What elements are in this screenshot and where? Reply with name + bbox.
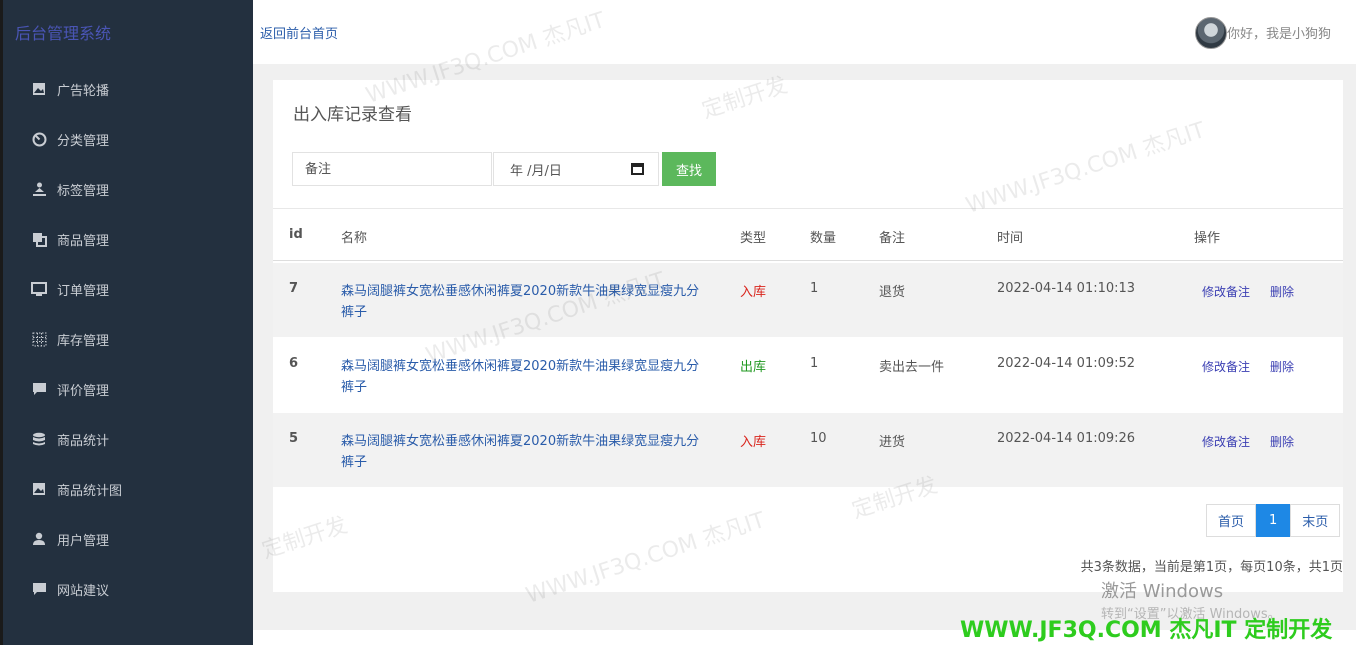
sidebar-item-label: 用户管理 bbox=[57, 533, 110, 549]
column-header-time: 时间 bbox=[997, 231, 1024, 246]
sidebar-item-product-stats[interactable]: 商品统计 bbox=[3, 414, 253, 464]
last-page-button[interactable]: 末页 bbox=[1290, 504, 1341, 537]
brand-watermark: WWW.JF3Q.COM 杰凡IT 定制开发 bbox=[960, 618, 1333, 643]
row-type: 出库 bbox=[740, 360, 767, 375]
user-stand-icon bbox=[31, 181, 47, 197]
date-picker-input[interactable]: 年 /月/日 bbox=[493, 152, 659, 186]
page-title: 出入库记录查看 bbox=[293, 105, 412, 125]
delete-button[interactable]: 删除 bbox=[1270, 433, 1294, 450]
image-icon bbox=[31, 481, 47, 497]
row-time: 2022-04-14 01:09:52 bbox=[997, 356, 1136, 371]
sidebar-item-users[interactable]: 用户管理 bbox=[3, 514, 253, 564]
table-row: 6 森马阔腿裤女宽松垂感休闲裤夏2020新款牛油果绿宽显瘦九分裤子 出库 1 卖… bbox=[273, 338, 1343, 413]
column-header-name: 名称 bbox=[341, 231, 368, 246]
sidebar-item-orders[interactable]: 订单管理 bbox=[3, 264, 253, 314]
row-id: 6 bbox=[289, 356, 299, 371]
row-time: 2022-04-14 01:09:26 bbox=[997, 431, 1136, 446]
pagination-info: 共3条数据，当前是第1页，每页10条，共1页 bbox=[1080, 560, 1343, 575]
sidebar-item-label: 标签管理 bbox=[57, 183, 110, 199]
column-header-id: id bbox=[289, 227, 303, 242]
row-id: 5 bbox=[289, 431, 299, 446]
avatar[interactable] bbox=[1195, 17, 1227, 49]
row-id: 7 bbox=[289, 281, 299, 296]
comment-icon bbox=[31, 381, 47, 397]
first-page-button[interactable]: 首页 bbox=[1206, 504, 1257, 537]
edit-note-button[interactable]: 修改备注 bbox=[1202, 358, 1250, 375]
sidebar-item-label: 评价管理 bbox=[57, 383, 110, 399]
sidebar-item-suggestions[interactable]: 网站建议 bbox=[3, 564, 253, 614]
back-to-home-link[interactable]: 返回前台首页 bbox=[260, 23, 338, 42]
image-icon bbox=[31, 81, 47, 97]
brand-title[interactable]: 后台管理系统 bbox=[15, 20, 111, 44]
copy-icon bbox=[31, 231, 47, 247]
records-panel: 出入库记录查看 年 /月/日 查找 id 名称 类型 数量 备注 时间 操作 7… bbox=[273, 80, 1343, 592]
windows-activation-title: 激活 Windows bbox=[1101, 581, 1224, 602]
sidebar-item-label: 网站建议 bbox=[57, 583, 110, 599]
user-icon bbox=[31, 531, 47, 547]
dashboard-icon bbox=[31, 131, 47, 147]
note-search-input[interactable] bbox=[292, 152, 492, 186]
user-greeting[interactable]: 你好，我是小狗狗 bbox=[1227, 23, 1331, 42]
sidebar-item-reviews[interactable]: 评价管理 bbox=[3, 364, 253, 414]
sidebar-item-label: 商品统计 bbox=[57, 433, 110, 449]
sidebar-item-tags[interactable]: 标签管理 bbox=[3, 164, 253, 214]
sidebar-item-label: 商品管理 bbox=[57, 233, 110, 249]
sidebar-item-label: 订单管理 bbox=[57, 283, 110, 299]
row-name-link[interactable]: 森马阔腿裤女宽松垂感休闲裤夏2020新款牛油果绿宽显瘦九分裤子 bbox=[341, 356, 711, 398]
sidebar-item-products[interactable]: 商品管理 bbox=[3, 214, 253, 264]
pagination: 首页 1 末页 bbox=[1206, 504, 1341, 537]
row-note: 退货 bbox=[879, 285, 906, 300]
sidebar-item-label: 分类管理 bbox=[57, 133, 110, 149]
database-icon bbox=[31, 431, 47, 447]
row-type: 入库 bbox=[740, 435, 767, 450]
sidebar-item-ad-carousel[interactable]: 广告轮播 bbox=[3, 64, 253, 114]
edit-note-button[interactable]: 修改备注 bbox=[1202, 433, 1250, 450]
column-header-qty: 数量 bbox=[810, 231, 837, 246]
column-header-note: 备注 bbox=[879, 231, 906, 246]
column-header-ops: 操作 bbox=[1194, 231, 1221, 246]
search-button[interactable]: 查找 bbox=[662, 152, 716, 186]
comment-icon bbox=[31, 581, 47, 597]
monitor-icon bbox=[31, 281, 47, 297]
row-qty: 1 bbox=[810, 281, 819, 296]
delete-button[interactable]: 删除 bbox=[1270, 358, 1294, 375]
table-row: 7 森马阔腿裤女宽松垂感休闲裤夏2020新款牛油果绿宽显瘦九分裤子 入库 1 退… bbox=[273, 263, 1343, 338]
column-header-type: 类型 bbox=[740, 231, 767, 246]
sidebar-item-inventory[interactable]: 库存管理 bbox=[3, 314, 253, 364]
sidebar-item-label: 商品统计图 bbox=[57, 483, 123, 499]
row-time: 2022-04-14 01:10:13 bbox=[997, 281, 1136, 296]
top-bar: 返回前台首页 你好，我是小狗狗 bbox=[253, 0, 1356, 64]
table-header: id 名称 类型 数量 备注 时间 操作 bbox=[273, 208, 1343, 261]
sidebar: 后台管理系统 广告轮播 分类管理 标签管理 商品管理 订单管理 库存管理 评价管… bbox=[0, 0, 253, 645]
sidebar-item-label: 库存管理 bbox=[57, 333, 110, 349]
row-type: 入库 bbox=[740, 285, 767, 300]
row-name-link[interactable]: 森马阔腿裤女宽松垂感休闲裤夏2020新款牛油果绿宽显瘦九分裤子 bbox=[341, 431, 711, 473]
sidebar-item-category[interactable]: 分类管理 bbox=[3, 114, 253, 164]
sidebar-item-stats-chart[interactable]: 商品统计图 bbox=[3, 464, 253, 514]
grid-icon bbox=[31, 331, 47, 347]
delete-button[interactable]: 删除 bbox=[1270, 283, 1294, 300]
table-row: 5 森马阔腿裤女宽松垂感休闲裤夏2020新款牛油果绿宽显瘦九分裤子 入库 10 … bbox=[273, 413, 1343, 488]
calendar-icon[interactable] bbox=[631, 163, 644, 175]
row-name-link[interactable]: 森马阔腿裤女宽松垂感休闲裤夏2020新款牛油果绿宽显瘦九分裤子 bbox=[341, 281, 711, 323]
row-note: 卖出去一件 bbox=[879, 360, 945, 375]
sidebar-item-label: 广告轮播 bbox=[57, 83, 110, 99]
row-qty: 1 bbox=[810, 356, 819, 371]
row-note: 进货 bbox=[879, 435, 906, 450]
row-qty: 10 bbox=[810, 431, 827, 446]
date-placeholder: 年 /月/日 bbox=[510, 163, 562, 179]
edit-note-button[interactable]: 修改备注 bbox=[1202, 283, 1250, 300]
page-1-button[interactable]: 1 bbox=[1256, 504, 1291, 537]
